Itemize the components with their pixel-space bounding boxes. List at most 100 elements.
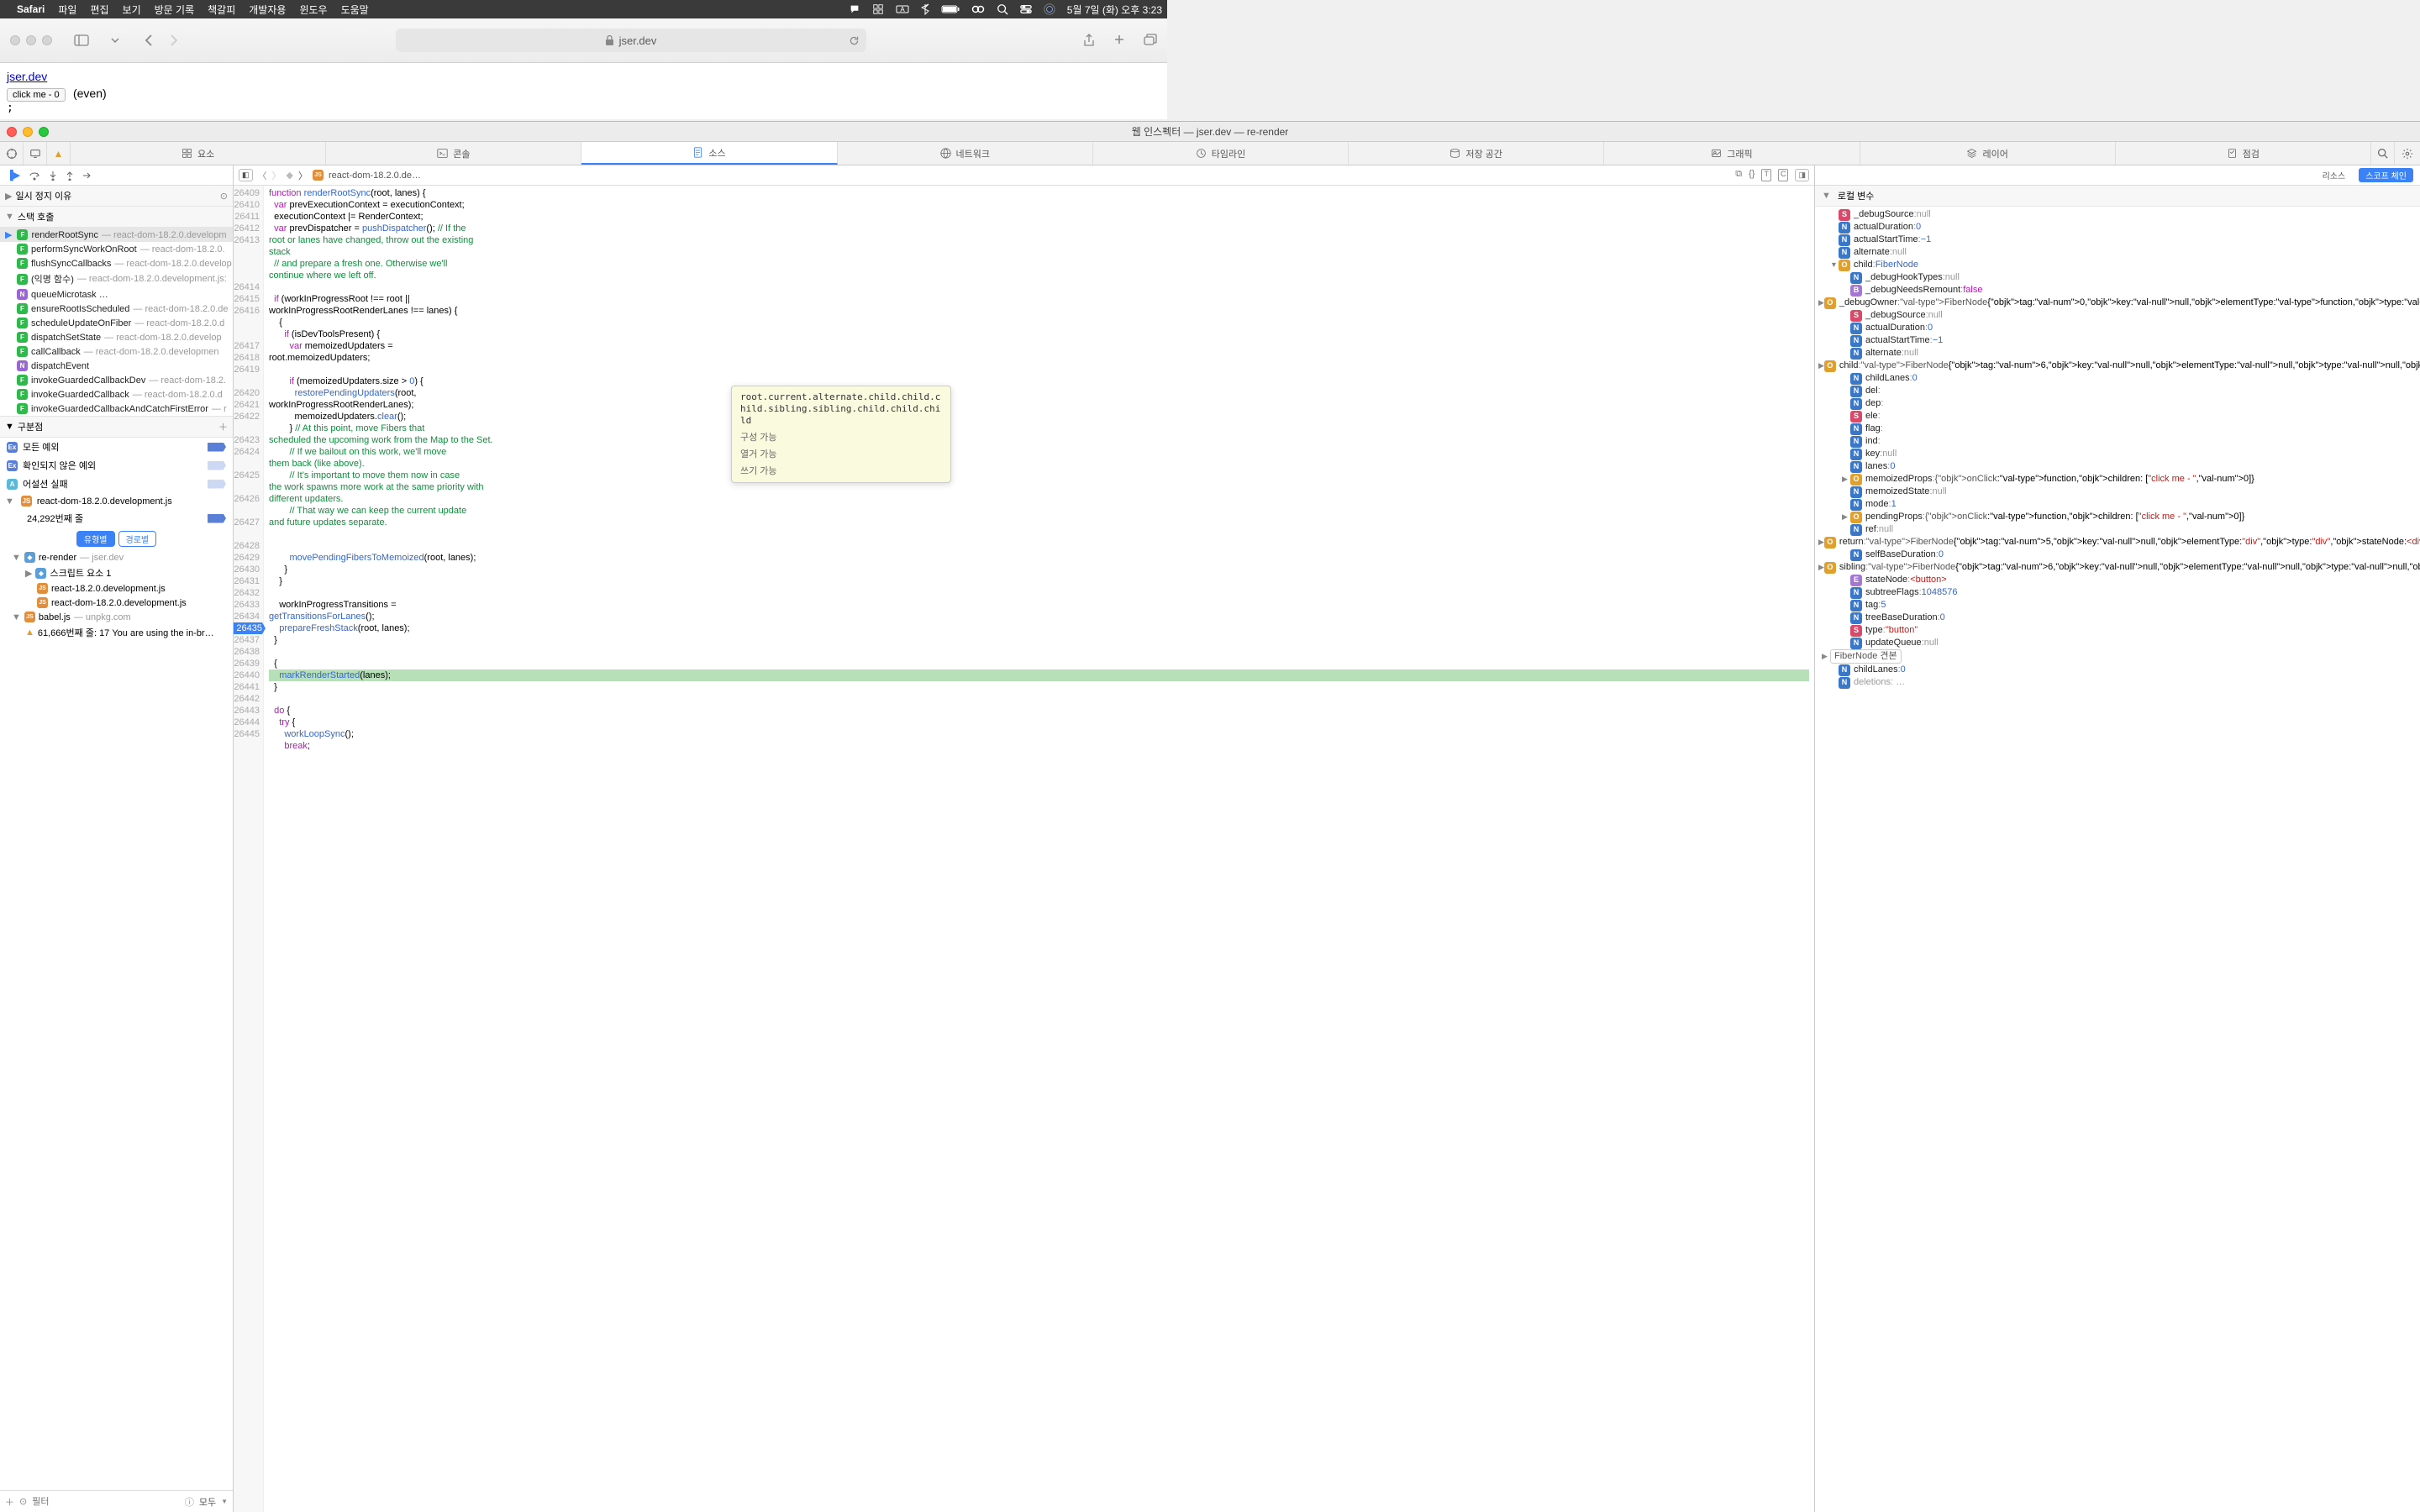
inspector-close[interactable] — [7, 127, 17, 137]
scope-property[interactable]: NchildLanes: 0 — [1815, 372, 2420, 385]
add-icon[interactable]: ＋ — [5, 1495, 14, 1509]
nav-back-icon[interactable]: 〈 — [258, 169, 267, 182]
scope-property[interactable]: Nref: null — [1815, 523, 2420, 536]
device-icon[interactable] — [24, 142, 47, 165]
menu-bookmarks[interactable]: 책갈피 — [208, 3, 235, 17]
scope-property[interactable]: Nflag: — [1815, 423, 2420, 435]
braces-icon[interactable]: {} — [1749, 169, 1754, 181]
callstack-header[interactable]: ▼스택 호출 — [0, 207, 233, 228]
scope-property[interactable]: Sele: — [1815, 410, 2420, 423]
address-bar[interactable]: jser.dev — [396, 29, 866, 52]
scope-chip[interactable]: 스코프 체인 — [2359, 168, 2413, 182]
step-over-icon[interactable] — [29, 171, 40, 181]
siri-icon[interactable] — [1044, 3, 1055, 15]
collapse-left-icon[interactable]: ◧ — [239, 169, 253, 181]
step-icon[interactable] — [82, 171, 92, 180]
stack-frame[interactable]: FscheduleUpdateOnFiber — react-dom-18.2.… — [0, 316, 233, 330]
scope-property[interactable]: ▶Ochild: "val-type">FiberNode {"objk">ta… — [1815, 360, 2420, 372]
tree-babel[interactable]: ▼JSbabel.js— unpkg.com — [0, 610, 233, 624]
tab-network[interactable]: 네트워크 — [838, 142, 1093, 165]
tabs-icon[interactable] — [1144, 34, 1157, 47]
stack-frame[interactable]: FcallCallback — react-dom-18.2.0.develop… — [0, 344, 233, 359]
chevron-down-icon[interactable]: ▼ — [221, 1498, 228, 1505]
new-tab-icon[interactable] — [1113, 34, 1125, 47]
tree-scripts[interactable]: ▶◆스크립트 요소 1 — [0, 564, 233, 581]
scope-property[interactable]: Ndep: — [1815, 397, 2420, 410]
scope-property[interactable]: Nmode: 1 — [1815, 498, 2420, 511]
scope-property[interactable]: NselfBaseDuration: 0 — [1815, 549, 2420, 561]
close-window[interactable] — [10, 35, 20, 45]
tree-warn[interactable]: ▲61,666번째 줄: 17 You are using the in-br… — [0, 624, 233, 641]
search-icon[interactable] — [997, 3, 1008, 15]
scope-property[interactable]: Nind: — [1815, 435, 2420, 448]
nav-fwd-icon[interactable]: 〉 — [272, 169, 281, 182]
tab-console[interactable]: 콘솔 — [326, 142, 581, 165]
minimize-window[interactable] — [26, 35, 36, 45]
scope-property[interactable]: NactualStartTime: −1 — [1815, 234, 2420, 246]
scope-property[interactable]: N_debugHookTypes: null — [1815, 271, 2420, 284]
bp-assertion[interactable]: A어설션 실패 — [0, 475, 233, 493]
crumb-file[interactable]: react-dom-18.2.0.de… — [329, 171, 421, 181]
tab-timeline[interactable]: 타임라인 — [1093, 142, 1349, 165]
click-me-button[interactable]: click me - 0 — [7, 88, 66, 102]
stack-frame[interactable]: F(익명 함수) — react-dom-18.2.0.development.… — [0, 270, 233, 287]
battery-icon[interactable] — [941, 4, 960, 14]
menubar-clock[interactable]: 5월 7일 (화) 오후 3:23 — [1067, 3, 1162, 17]
bp-all-exceptions[interactable]: Ex모든 예외 — [0, 438, 233, 456]
step-out-icon[interactable] — [66, 171, 74, 181]
scope-property[interactable]: Stype: "button" — [1815, 624, 2420, 637]
app-name[interactable]: Safari — [17, 3, 45, 15]
tree-file-1[interactable]: JSreact-18.2.0.development.js — [0, 581, 233, 596]
forward-button[interactable] — [170, 34, 178, 46]
control-center-icon[interactable] — [1020, 4, 1032, 14]
reload-icon[interactable] — [849, 35, 860, 46]
tab-elements[interactable]: 요소 — [71, 142, 326, 165]
stack-frame[interactable]: FinvokeGuardedCallback — react-dom-18.2.… — [0, 387, 233, 402]
grid-icon[interactable] — [872, 3, 884, 15]
inspector-search-icon[interactable] — [2371, 142, 2395, 165]
stack-frame[interactable]: FperformSyncWorkOnRoot — react-dom-18.2.… — [0, 242, 233, 256]
tree-file-2[interactable]: JSreact-dom-18.2.0.development.js — [0, 596, 233, 610]
scope-property[interactable]: ▼Ochild: FiberNode — [1815, 259, 2420, 271]
tab-audit[interactable]: 점검 — [2116, 142, 2371, 165]
stack-frame[interactable]: FdispatchSetState — react-dom-18.2.0.dev… — [0, 330, 233, 344]
links-icon[interactable] — [971, 4, 985, 14]
tab-sources[interactable]: 소스 — [581, 142, 837, 165]
coverage-icon[interactable]: C — [1778, 169, 1789, 181]
scope-property[interactable]: ▶OmemoizedProps: {"objk">onClick: "val-t… — [1815, 473, 2420, 486]
menu-develop[interactable]: 개발자용 — [249, 3, 286, 17]
input-icon[interactable]: A — [896, 3, 909, 15]
stack-frame[interactable]: FinvokeGuardedCallbackDev — react-dom-18… — [0, 373, 233, 387]
chevron-down-icon[interactable] — [103, 29, 128, 51]
watch-header[interactable]: ▶FiberNode 견본 — [1815, 649, 2420, 664]
menu-edit[interactable]: 편집 — [90, 3, 108, 17]
scope-property[interactable]: Nlanes: 0 — [1815, 460, 2420, 473]
scope-property[interactable]: NupdateQueue: null — [1815, 637, 2420, 649]
line-gutter[interactable]: 2640926410264112641226413 26414264152641… — [234, 186, 264, 1512]
menu-history[interactable]: 방문 기록 — [155, 3, 195, 17]
tab-graphics[interactable]: 그래픽 — [1604, 142, 1860, 165]
collapse-right-icon[interactable]: ◨ — [1795, 169, 1809, 181]
share-icon[interactable] — [1083, 34, 1095, 47]
type-icon[interactable]: T — [1761, 169, 1771, 181]
bluetooth-icon[interactable] — [921, 3, 929, 15]
stack-frame[interactable]: NqueueMicrotask … — [0, 287, 233, 302]
bp-unconfirmed[interactable]: Ex확인되지 않은 예외 — [0, 456, 233, 475]
scope-property[interactable]: NmemoizedState: null — [1815, 486, 2420, 498]
tab-storage[interactable]: 저장 공간 — [1349, 142, 1604, 165]
tab-layers[interactable]: 레이어 — [1860, 142, 2116, 165]
type-tab-active[interactable]: 유형별 — [76, 531, 115, 547]
scope-property[interactable]: NchildLanes: 0 — [1815, 664, 2420, 676]
stack-frame[interactable]: FflushSyncCallbacks — react-dom-18.2.0.d… — [0, 256, 233, 270]
scope-property[interactable]: NactualStartTime: −1 — [1815, 334, 2420, 347]
filter-input[interactable] — [32, 1497, 180, 1507]
scope-property[interactable]: Ntag: 5 — [1815, 599, 2420, 612]
scope-property[interactable]: B_debugNeedsRemount: false — [1815, 284, 2420, 297]
scope-property[interactable]: NtreeBaseDuration: 0 — [1815, 612, 2420, 624]
step-into-icon[interactable] — [49, 171, 57, 181]
pause-reason-header[interactable]: ▶일시 정지 이유⊙ — [0, 186, 233, 207]
bp-line[interactable]: 24,292번째 줄 — [0, 509, 233, 528]
sidebar-icon[interactable] — [69, 29, 94, 51]
scope-property[interactable]: ▶O_debugOwner: "val-type">FiberNode {"ob… — [1815, 297, 2420, 309]
menu-view[interactable]: 보기 — [123, 3, 141, 17]
